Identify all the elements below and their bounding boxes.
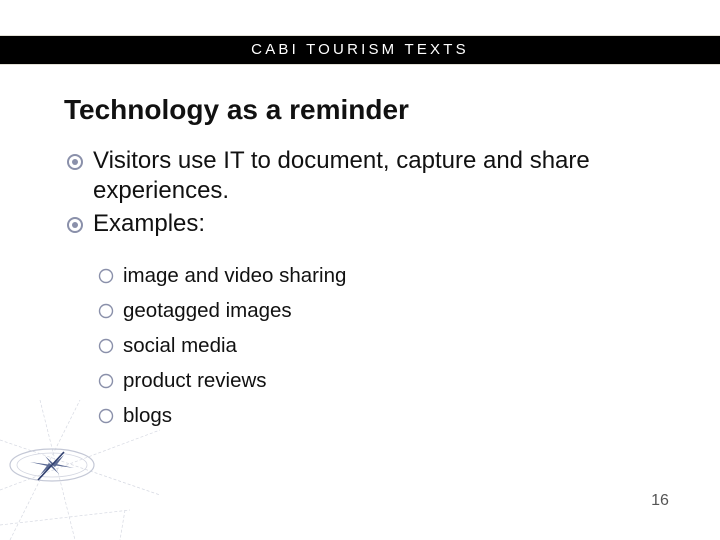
sub-bullet-text: image and video sharing (123, 264, 347, 287)
sub-bullet-text: product reviews (123, 369, 267, 392)
hollow-circle-icon (98, 338, 114, 354)
bullet-item: Visitors use IT to document, capture and… (66, 146, 626, 206)
header-title: CABI TOURISM TEXTS (251, 41, 469, 58)
bullet-text: Visitors use IT to document, capture and… (93, 147, 590, 204)
bullet-list: Visitors use IT to document, capture and… (66, 146, 626, 242)
sub-bullet-list: image and video sharing geotagged images… (98, 258, 598, 433)
sub-bullet-item: product reviews (98, 363, 598, 398)
sub-bullet-item: blogs (98, 398, 598, 433)
hollow-circle-icon (98, 303, 114, 319)
hollow-circle-icon (98, 373, 114, 389)
hollow-circle-icon (98, 268, 114, 284)
circled-dot-icon (67, 217, 83, 233)
sub-bullet-item: geotagged images (98, 293, 598, 328)
page-number: 16 (651, 492, 669, 509)
sub-bullet-item: social media (98, 328, 598, 363)
slide-title: Technology as a reminder (64, 94, 409, 125)
sub-bullet-item: image and video sharing (98, 258, 598, 293)
sub-bullet-text: geotagged images (123, 299, 292, 322)
sub-bullet-text: social media (123, 334, 237, 357)
compass-rose-icon (0, 400, 160, 540)
bullet-item: Examples: (66, 209, 626, 239)
circled-dot-icon (67, 154, 83, 170)
header-bar: CABI TOURISM TEXTS (0, 35, 720, 65)
bullet-text: Examples: (93, 210, 206, 237)
